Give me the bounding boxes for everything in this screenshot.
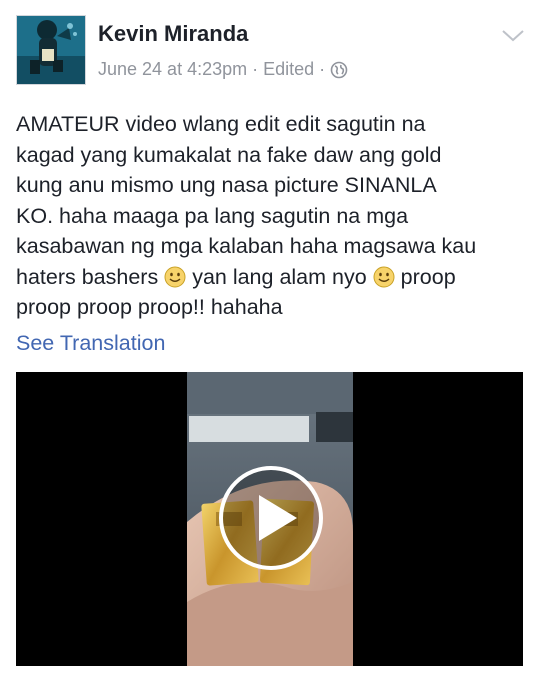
post-text-line: kung anu mismo ung nasa picture SINANLA	[16, 173, 437, 197]
post-text: AMATEUR video wlang edit edit sagutin na…	[16, 109, 528, 323]
post-text-line: AMATEUR video wlang edit edit sagutin na	[16, 112, 426, 136]
globe-icon[interactable]	[330, 61, 348, 79]
chevron-down-icon[interactable]	[501, 28, 525, 44]
post-text-line: KO. haha maaga pa lang sagutin na mga	[16, 203, 409, 228]
post-text-segment: haters bashers	[16, 264, 159, 289]
post-text-segment: proop	[400, 264, 456, 289]
meta-separator: ·	[252, 59, 259, 79]
post-text-line: kagad yang kumakalat na fake daw ang gol…	[16, 142, 442, 167]
post-text-line: haters bashers yan lang alam nyo proop	[16, 262, 528, 293]
play-icon[interactable]	[218, 465, 324, 571]
post-text-line: proop proop proop!! hahaha	[16, 295, 283, 319]
post-text-line: kasabawan ng mga kalaban haha magsawa ka…	[16, 234, 477, 258]
see-translation-link[interactable]: See Translation	[16, 331, 165, 356]
edited-label[interactable]: Edited	[263, 59, 314, 80]
smiley-icon	[164, 266, 186, 288]
post-meta: June 24 at 4:23pm · Edited ·	[98, 59, 348, 80]
avatar[interactable]	[16, 15, 86, 85]
smiley-icon	[373, 266, 395, 288]
avatar-image	[17, 16, 85, 84]
meta-separator-2: ·	[319, 59, 326, 79]
author-name[interactable]: Kevin Miranda	[98, 21, 248, 47]
post-text-segment: yan lang alam nyo	[192, 264, 367, 289]
facebook-post: Kevin Miranda June 24 at 4:23pm · Edited…	[0, 0, 540, 700]
post-timestamp[interactable]: June 24 at 4:23pm	[98, 59, 247, 80]
